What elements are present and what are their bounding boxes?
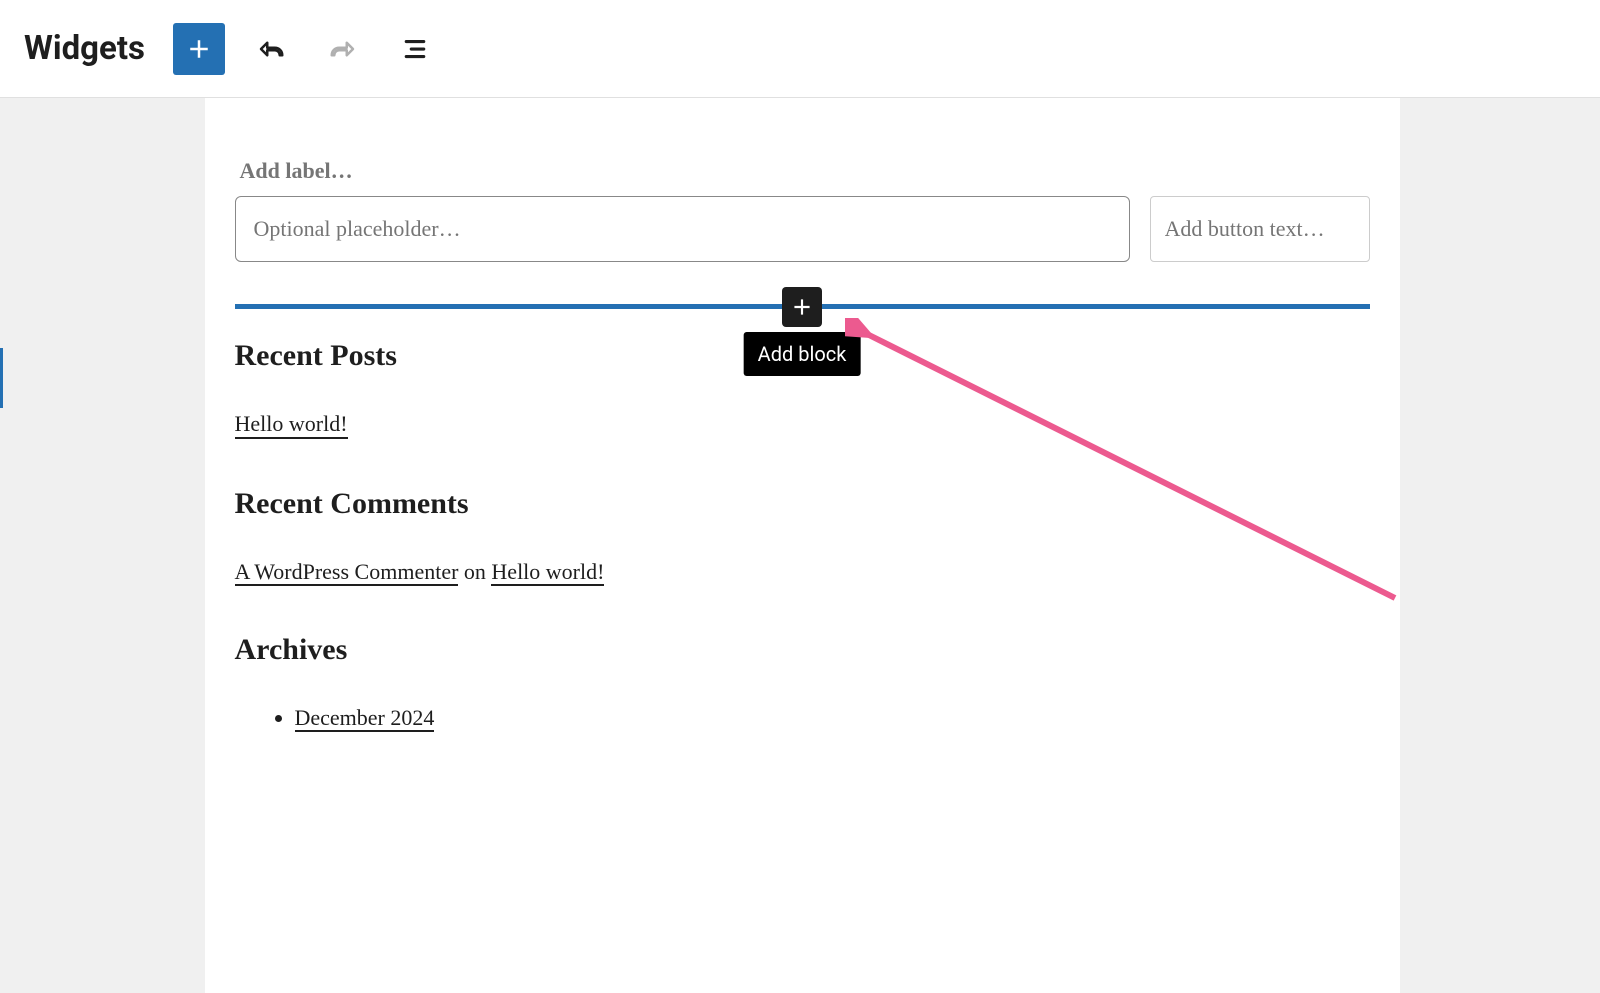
recent-comment-item: A WordPress Commenter on Hello world! bbox=[235, 559, 1370, 585]
redo-icon bbox=[328, 34, 358, 64]
archive-list-item: December 2024 bbox=[295, 705, 1370, 731]
plus-icon bbox=[789, 294, 815, 320]
selection-edge-highlight bbox=[0, 348, 3, 408]
undo-icon bbox=[256, 34, 286, 64]
editor-header: Widgets bbox=[0, 0, 1600, 98]
search-row bbox=[235, 196, 1370, 262]
plus-icon bbox=[184, 34, 214, 64]
comment-post-link[interactable]: Hello world! bbox=[491, 559, 604, 586]
undo-button[interactable] bbox=[245, 23, 297, 75]
comment-on-text: on bbox=[464, 559, 486, 584]
archives-list: December 2024 bbox=[235, 705, 1370, 731]
add-block-tooltip: Add block bbox=[744, 332, 861, 376]
archive-link[interactable]: December 2024 bbox=[295, 705, 435, 732]
document-overview-button[interactable] bbox=[389, 23, 441, 75]
block-inserter: Add block bbox=[235, 304, 1370, 309]
add-block-toggle-button[interactable] bbox=[173, 23, 225, 75]
inline-add-block-button[interactable] bbox=[782, 287, 822, 327]
recent-comments-heading: Recent Comments bbox=[235, 487, 1370, 521]
search-placeholder-input[interactable] bbox=[235, 196, 1130, 262]
recent-post-link[interactable]: Hello world! bbox=[235, 411, 348, 439]
archives-heading: Archives bbox=[235, 633, 1370, 667]
search-block[interactable]: Add label… bbox=[235, 158, 1370, 262]
comment-author-link[interactable]: A WordPress Commenter bbox=[235, 559, 459, 586]
page-title: Widgets bbox=[24, 29, 145, 68]
search-button-text-input[interactable] bbox=[1150, 196, 1370, 262]
list-view-icon bbox=[400, 34, 430, 64]
redo-button[interactable] bbox=[317, 23, 369, 75]
editor-canvas-wrapper: Add label… Add block Recent Posts Hello … bbox=[0, 98, 1600, 993]
editor-canvas[interactable]: Add label… Add block Recent Posts Hello … bbox=[205, 98, 1400, 993]
search-label-field[interactable]: Add label… bbox=[240, 158, 1370, 184]
